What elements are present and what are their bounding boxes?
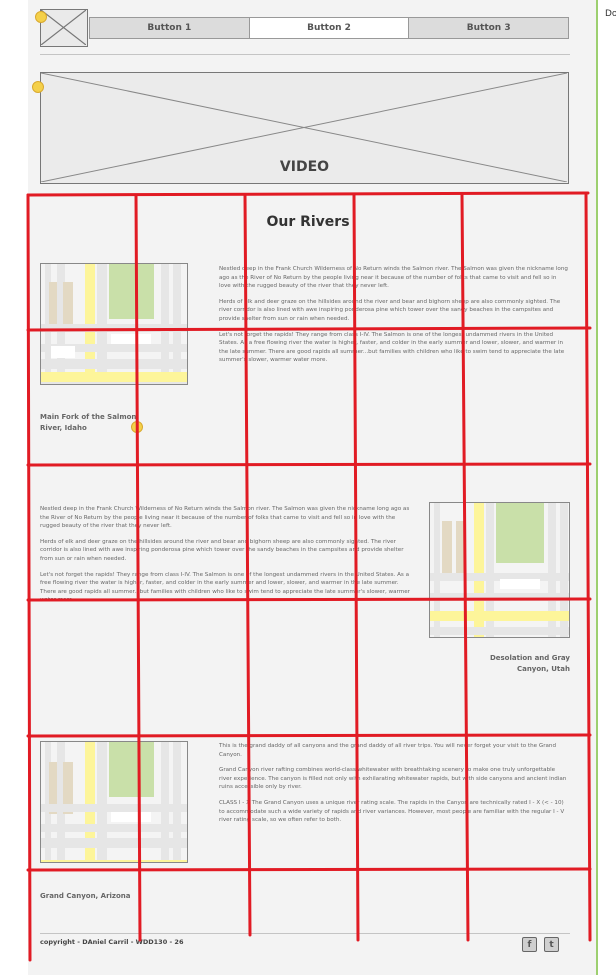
river-description: This is the grand daddy of all canyons a…	[219, 742, 569, 832]
video-label: VIDEO	[279, 159, 330, 175]
paragraph: Nestled deep in the Frank Church Wildern…	[40, 506, 410, 530]
twitter-icon[interactable]: t	[544, 937, 559, 952]
map-image-desolation	[429, 502, 570, 638]
map-image-salmon	[40, 263, 188, 385]
paragraph: Nestled deep in the Frank Church Wildern…	[219, 266, 568, 290]
header-divider	[40, 54, 570, 55]
river-description: Nestled deep in the Frank Church Wildern…	[40, 505, 415, 612]
river-description: Nestled deep in the Frank Church Wildern…	[219, 265, 569, 372]
video-placeholder[interactable]: VIDEO	[40, 72, 569, 184]
map-image-grand-canyon	[40, 741, 188, 863]
annotation-marker	[35, 11, 47, 23]
paragraph: CLASS I - X The Grand Canyon uses a uniq…	[219, 799, 565, 824]
map-icon	[41, 264, 187, 384]
map-caption: Desolation and Gray Canyon, Utah	[489, 654, 570, 673]
section-title: Our Rivers	[266, 214, 350, 230]
footer-divider	[40, 933, 570, 934]
logo-placeholder[interactable]	[40, 9, 88, 47]
map-caption: Main Fork of the Salmon River, Idaho	[40, 413, 137, 432]
annotation-marker	[131, 421, 143, 433]
right-rail	[596, 0, 598, 975]
paragraph: Herds of elk and deer graze on the hills…	[40, 538, 404, 562]
paragraph: This is the grand daddy of all canyons a…	[219, 743, 557, 758]
nav-bar: Button 1 Button 2 Button 3	[89, 17, 569, 39]
annotation-marker	[32, 81, 44, 93]
facebook-icon[interactable]: f	[522, 937, 537, 952]
map-caption: Grand Canyon, Arizona	[40, 892, 131, 900]
image-placeholder-icon	[40, 9, 87, 46]
nav-button-2[interactable]: Button 2	[249, 18, 410, 38]
paragraph: Let's not forget the rapids! They range …	[40, 571, 410, 604]
map-icon	[430, 503, 569, 637]
paragraph: Grand Canyon river rafting combines worl…	[219, 767, 567, 791]
paragraph: Let's not forget the rapids! They range …	[219, 331, 565, 364]
map-icon	[41, 742, 187, 862]
paragraph: Herds of elk and deer graze on the hills…	[219, 298, 561, 322]
side-label: Do	[605, 9, 616, 19]
nav-button-1[interactable]: Button 1	[90, 18, 250, 38]
copyright-text: copyright - DAniel Carril - WDD130 - 26	[40, 938, 184, 946]
nav-button-3[interactable]: Button 3	[409, 18, 568, 38]
